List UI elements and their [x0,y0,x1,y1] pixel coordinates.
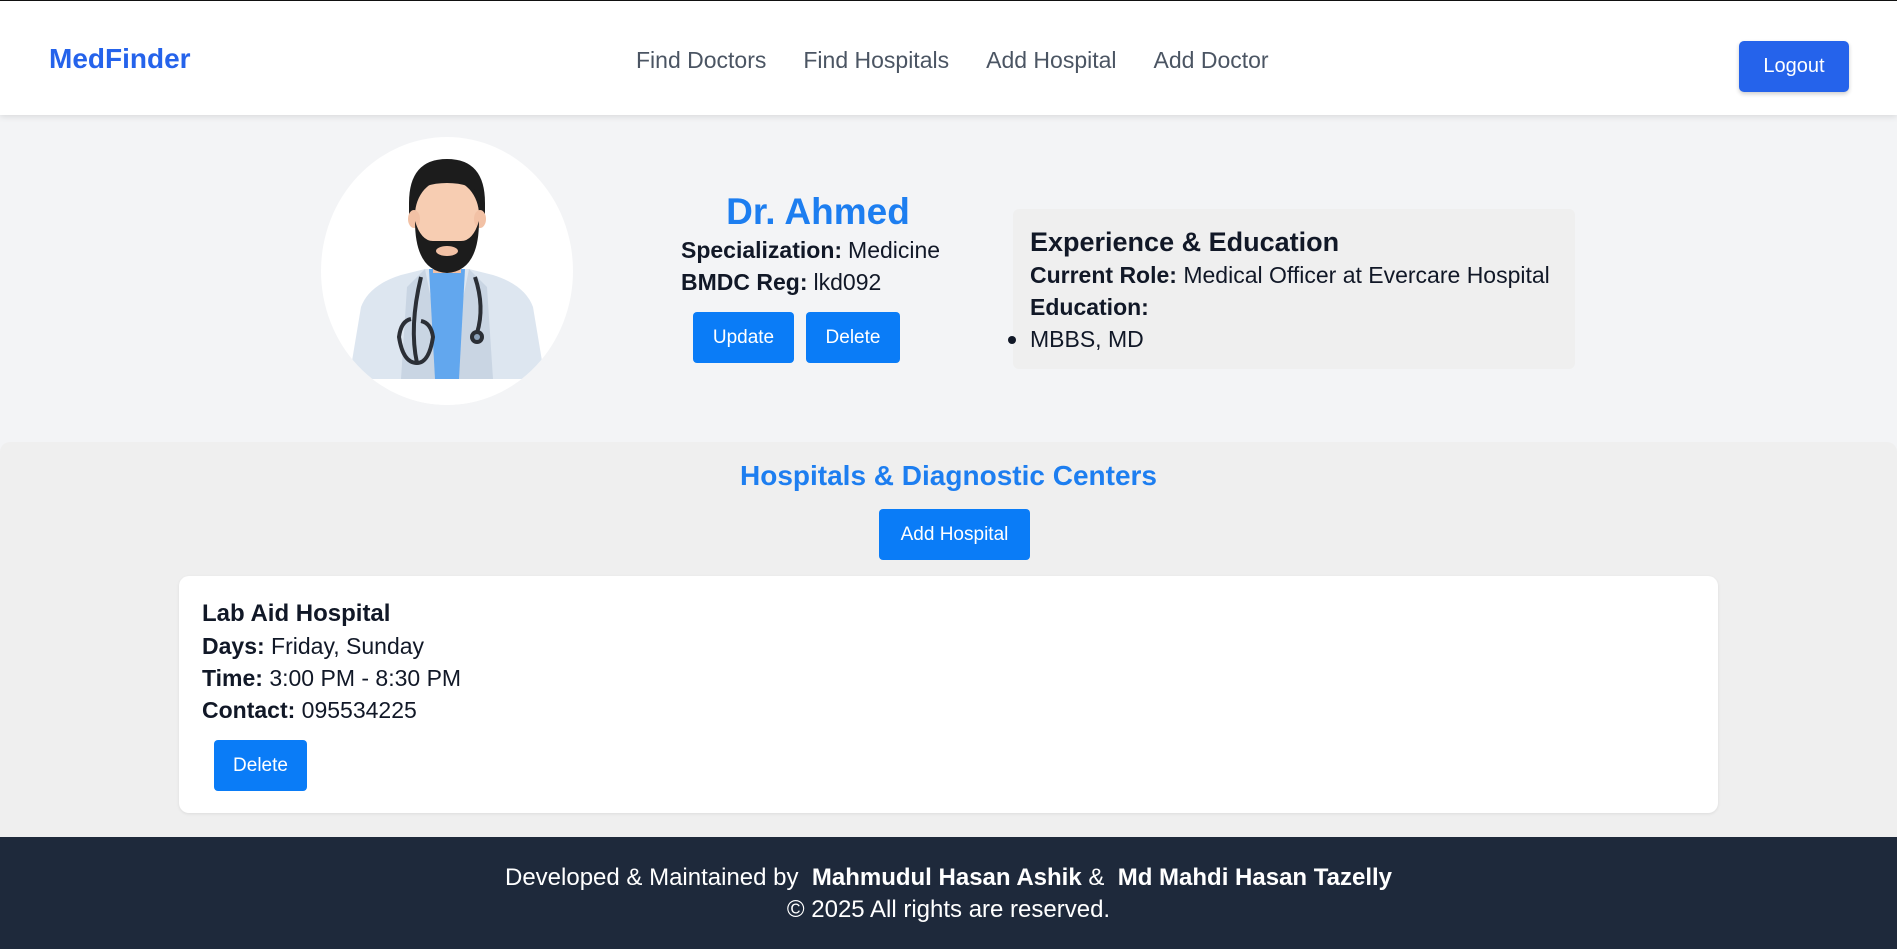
hospital-contact-row: Contact: 095534225 [202,694,1718,726]
footer: Developed & Maintained by Mahmudul Hasan… [0,837,1897,949]
hospital-days-row: Days: Friday, Sunday [202,630,1718,662]
hospital-card: Lab Aid Hospital Days: Friday, Sunday Ti… [179,576,1718,813]
current-role-label: Current Role: [1030,262,1177,288]
brand-logo[interactable]: MedFinder [49,43,191,75]
delete-doctor-button[interactable]: Delete [806,312,900,363]
education-item: MBBS, MD [1008,323,1575,355]
footer-credits: Developed & Maintained by Mahmudul Hasan… [0,862,1897,894]
delete-hospital-button[interactable]: Delete [214,740,307,791]
specialization-value: Medicine [848,237,941,263]
nav-add-doctor[interactable]: Add Doctor [1154,47,1269,74]
nav-find-hospitals[interactable]: Find Hospitals [803,47,949,74]
hospitals-title: Hospitals & Diagnostic Centers [740,460,1157,491]
doctor-name: Dr. Ahmed [726,191,910,232]
doctor-actions: Update Delete [693,312,900,363]
bmdc-label: BMDC Reg: [681,269,808,295]
education-row: Education: [1030,291,1575,323]
copyright-text: © 2025 All rights are reserved. [786,896,1111,923]
experience-title: Experience & Education [1030,227,1340,257]
time-value: 3:00 PM - 8:30 PM [269,665,462,691]
navbar: MedFinder Find Doctors Find Hospitals Ad… [0,0,1897,115]
doctor-avatar-icon [321,137,573,405]
bmdc-value: lkd092 [813,269,882,295]
time-label: Time: [202,665,263,691]
days-value: Friday, Sunday [271,633,425,659]
and-text: & [1088,864,1105,891]
doctor-info: Dr. Ahmed Specialization: Medicine BMDC R… [660,190,976,298]
contact-value: 095534225 [301,697,417,723]
hospital-time-row: Time: 3:00 PM - 8:30 PM [202,662,1718,694]
experience-card: Experience & Education Current Role: Med… [1008,209,1575,369]
hospital-name: Lab Aid Hospital [202,600,391,627]
current-role-value: Medical Officer at Evercare Hospital [1183,262,1550,288]
specialization-row: Specialization: Medicine [681,234,976,266]
specialization-label: Specialization: [681,237,843,263]
developer-2: Md Mahdi Hasan Tazelly [1117,864,1392,891]
nav-find-doctors[interactable]: Find Doctors [636,47,766,74]
nav-links: Find Doctors Find Hospitals Add Hospital… [636,47,1269,74]
contact-label: Contact: [202,697,296,723]
add-hospital-button[interactable]: Add Hospital [879,509,1030,560]
education-label: Education: [1030,294,1149,320]
current-role-row: Current Role: Medical Officer at Evercar… [1030,259,1575,291]
logout-button[interactable]: Logout [1739,41,1849,92]
developed-by-text: Developed & Maintained by [504,864,799,891]
hospitals-section: Hospitals & Diagnostic Centers Add Hospi… [0,442,1897,837]
developer-1: Mahmudul Hasan Ashik [811,864,1082,891]
days-label: Days: [202,633,265,659]
education-list: MBBS, MD [1008,323,1575,355]
update-doctor-button[interactable]: Update [693,312,794,363]
bmdc-row: BMDC Reg: lkd092 [681,266,976,298]
nav-add-hospital[interactable]: Add Hospital [986,47,1116,74]
